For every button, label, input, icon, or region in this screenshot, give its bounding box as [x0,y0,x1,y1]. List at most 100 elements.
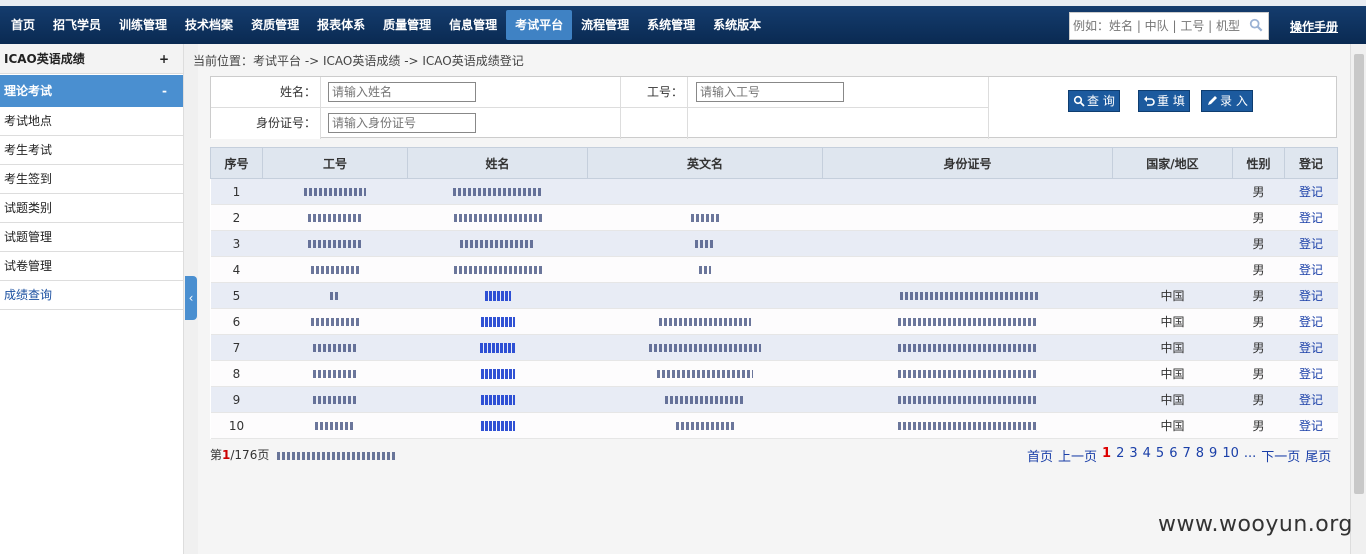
cell-idcard [822,386,1113,413]
redacted-value [480,369,515,379]
sidebar: ICAO英语成绩 + 理论考试 - 考试地点 考生考试 考生签到 试题类别 试题管理 试卷… [0,44,184,554]
sidebar-item-6[interactable]: 成绩查询 [0,281,183,310]
scrollbar-thumb[interactable] [1354,54,1364,494]
register-link[interactable]: 登记 [1299,367,1323,381]
expand-icon[interactable]: + [159,44,169,74]
page-link-5[interactable]: 5 [1156,446,1164,465]
cell-idcard [822,412,1113,439]
cell-employee-id [262,204,408,231]
redacted-value [315,422,355,430]
sidebar-item-5[interactable]: 试卷管理 [0,252,183,281]
redacted-value [452,188,543,196]
sidebar-section-theory-exam[interactable]: 理论考试 - [0,75,183,107]
register-link[interactable]: 登记 [1299,289,1323,303]
nav-item-7[interactable]: 信息管理 [440,10,506,40]
employee-id-input[interactable] [696,82,844,102]
redacted-value [897,422,1038,430]
register-link[interactable]: 登记 [1299,341,1323,355]
register-link[interactable]: 登记 [1299,185,1323,199]
nav-item-9[interactable]: 流程管理 [572,10,638,40]
reset-button[interactable]: 重 填 [1138,90,1190,112]
table-row: 9 中国男登记 [210,386,1338,413]
cell-gender: 男 [1232,256,1285,283]
cell-english-name [587,282,823,309]
redacted-value [897,370,1038,378]
search-input[interactable] [1070,13,1246,39]
nav-item-10[interactable]: 系统管理 [638,10,704,40]
cell-gender: 男 [1232,308,1285,335]
page-link-3[interactable]: 3 [1129,446,1137,465]
sidebar-collapse-button[interactable]: ‹ [185,276,197,320]
redacted-value [460,240,535,248]
cell-employee-id [262,230,408,257]
table-row: 4 男登记 [210,256,1338,283]
nav-item-8[interactable]: 考试平台 [506,10,573,40]
sidebar-item-1[interactable]: 考生考试 [0,136,183,165]
idcard-input[interactable] [328,113,476,133]
enter-button[interactable]: 录 入 [1201,90,1253,112]
vertical-scrollbar[interactable] [1350,44,1366,554]
sidebar-header-label: ICAO英语成绩 [4,52,85,66]
page-ellipsis[interactable]: ... [1244,446,1256,465]
nav-item-11[interactable]: 系统版本 [704,10,770,40]
page-link-2[interactable]: 2 [1116,446,1124,465]
page-link-8[interactable]: 8 [1196,446,1204,465]
page-link-1[interactable]: 1 [1102,446,1111,465]
nav-item-2[interactable]: 训练管理 [110,10,176,40]
next-page-link[interactable]: 下一页 [1261,446,1300,465]
last-page-link[interactable]: 尾页 [1305,446,1331,465]
redacted-value [479,343,516,353]
cell-register: 登记 [1284,178,1338,205]
sidebar-item-4[interactable]: 试题管理 [0,223,183,252]
cell-register: 登记 [1284,282,1338,309]
cell-employee-id [262,308,408,335]
nav-item-1[interactable]: 招飞学员 [44,10,110,40]
cell-name [407,308,588,335]
cell-name [407,360,588,387]
register-link[interactable]: 登记 [1299,393,1323,407]
first-page-link[interactable]: 首页 [1027,446,1053,465]
manual-link[interactable]: 操作手册 [1290,18,1338,35]
cell-idcard [822,230,1113,257]
nav-item-5[interactable]: 报表体系 [308,10,374,40]
page-link-4[interactable]: 4 [1143,446,1151,465]
register-link[interactable]: 登记 [1299,315,1323,329]
sidebar-item-2[interactable]: 考生签到 [0,165,183,194]
nav-item-6[interactable]: 质量管理 [374,10,440,40]
prev-page-link[interactable]: 上一页 [1058,446,1097,465]
search-icon[interactable] [1249,18,1263,32]
register-link[interactable]: 登记 [1299,263,1323,277]
sidebar-header[interactable]: ICAO英语成绩 + [0,44,183,74]
redacted-value [480,395,515,405]
cell-register: 登记 [1284,386,1338,413]
cell-gender: 男 [1232,282,1285,309]
sidebar-section-label: 理论考试 [4,84,53,98]
redacted-value [897,318,1038,326]
page-link-9[interactable]: 9 [1209,446,1217,465]
redacted-value [897,344,1038,352]
nav-item-0[interactable]: 首页 [2,10,44,40]
employee-id-label: 工号： [621,77,688,108]
redacted-value [480,421,515,431]
name-input[interactable] [328,82,476,102]
sidebar-item-3[interactable]: 试题类别 [0,194,183,223]
column-header-0: 序号 [210,147,263,179]
register-link[interactable]: 登记 [1299,211,1323,225]
cell-gender: 男 [1232,360,1285,387]
sidebar-item-0[interactable]: 考试地点 [0,107,183,136]
cell-register: 登记 [1284,308,1338,335]
nav-item-3[interactable]: 技术档案 [176,10,242,40]
nav-item-4[interactable]: 资质管理 [242,10,308,40]
collapse-icon[interactable]: - [162,75,167,107]
page-link-6[interactable]: 6 [1169,446,1177,465]
cell-country [1112,204,1233,231]
register-link[interactable]: 登记 [1299,237,1323,251]
redacted-value [699,266,711,274]
column-header-2: 姓名 [407,147,588,179]
page-link-7[interactable]: 7 [1182,446,1190,465]
cell-name [407,412,588,439]
cell-register: 登记 [1284,360,1338,387]
register-link[interactable]: 登记 [1299,419,1323,433]
page-link-10[interactable]: 10 [1222,446,1239,465]
query-button[interactable]: 查 询 [1068,90,1120,112]
